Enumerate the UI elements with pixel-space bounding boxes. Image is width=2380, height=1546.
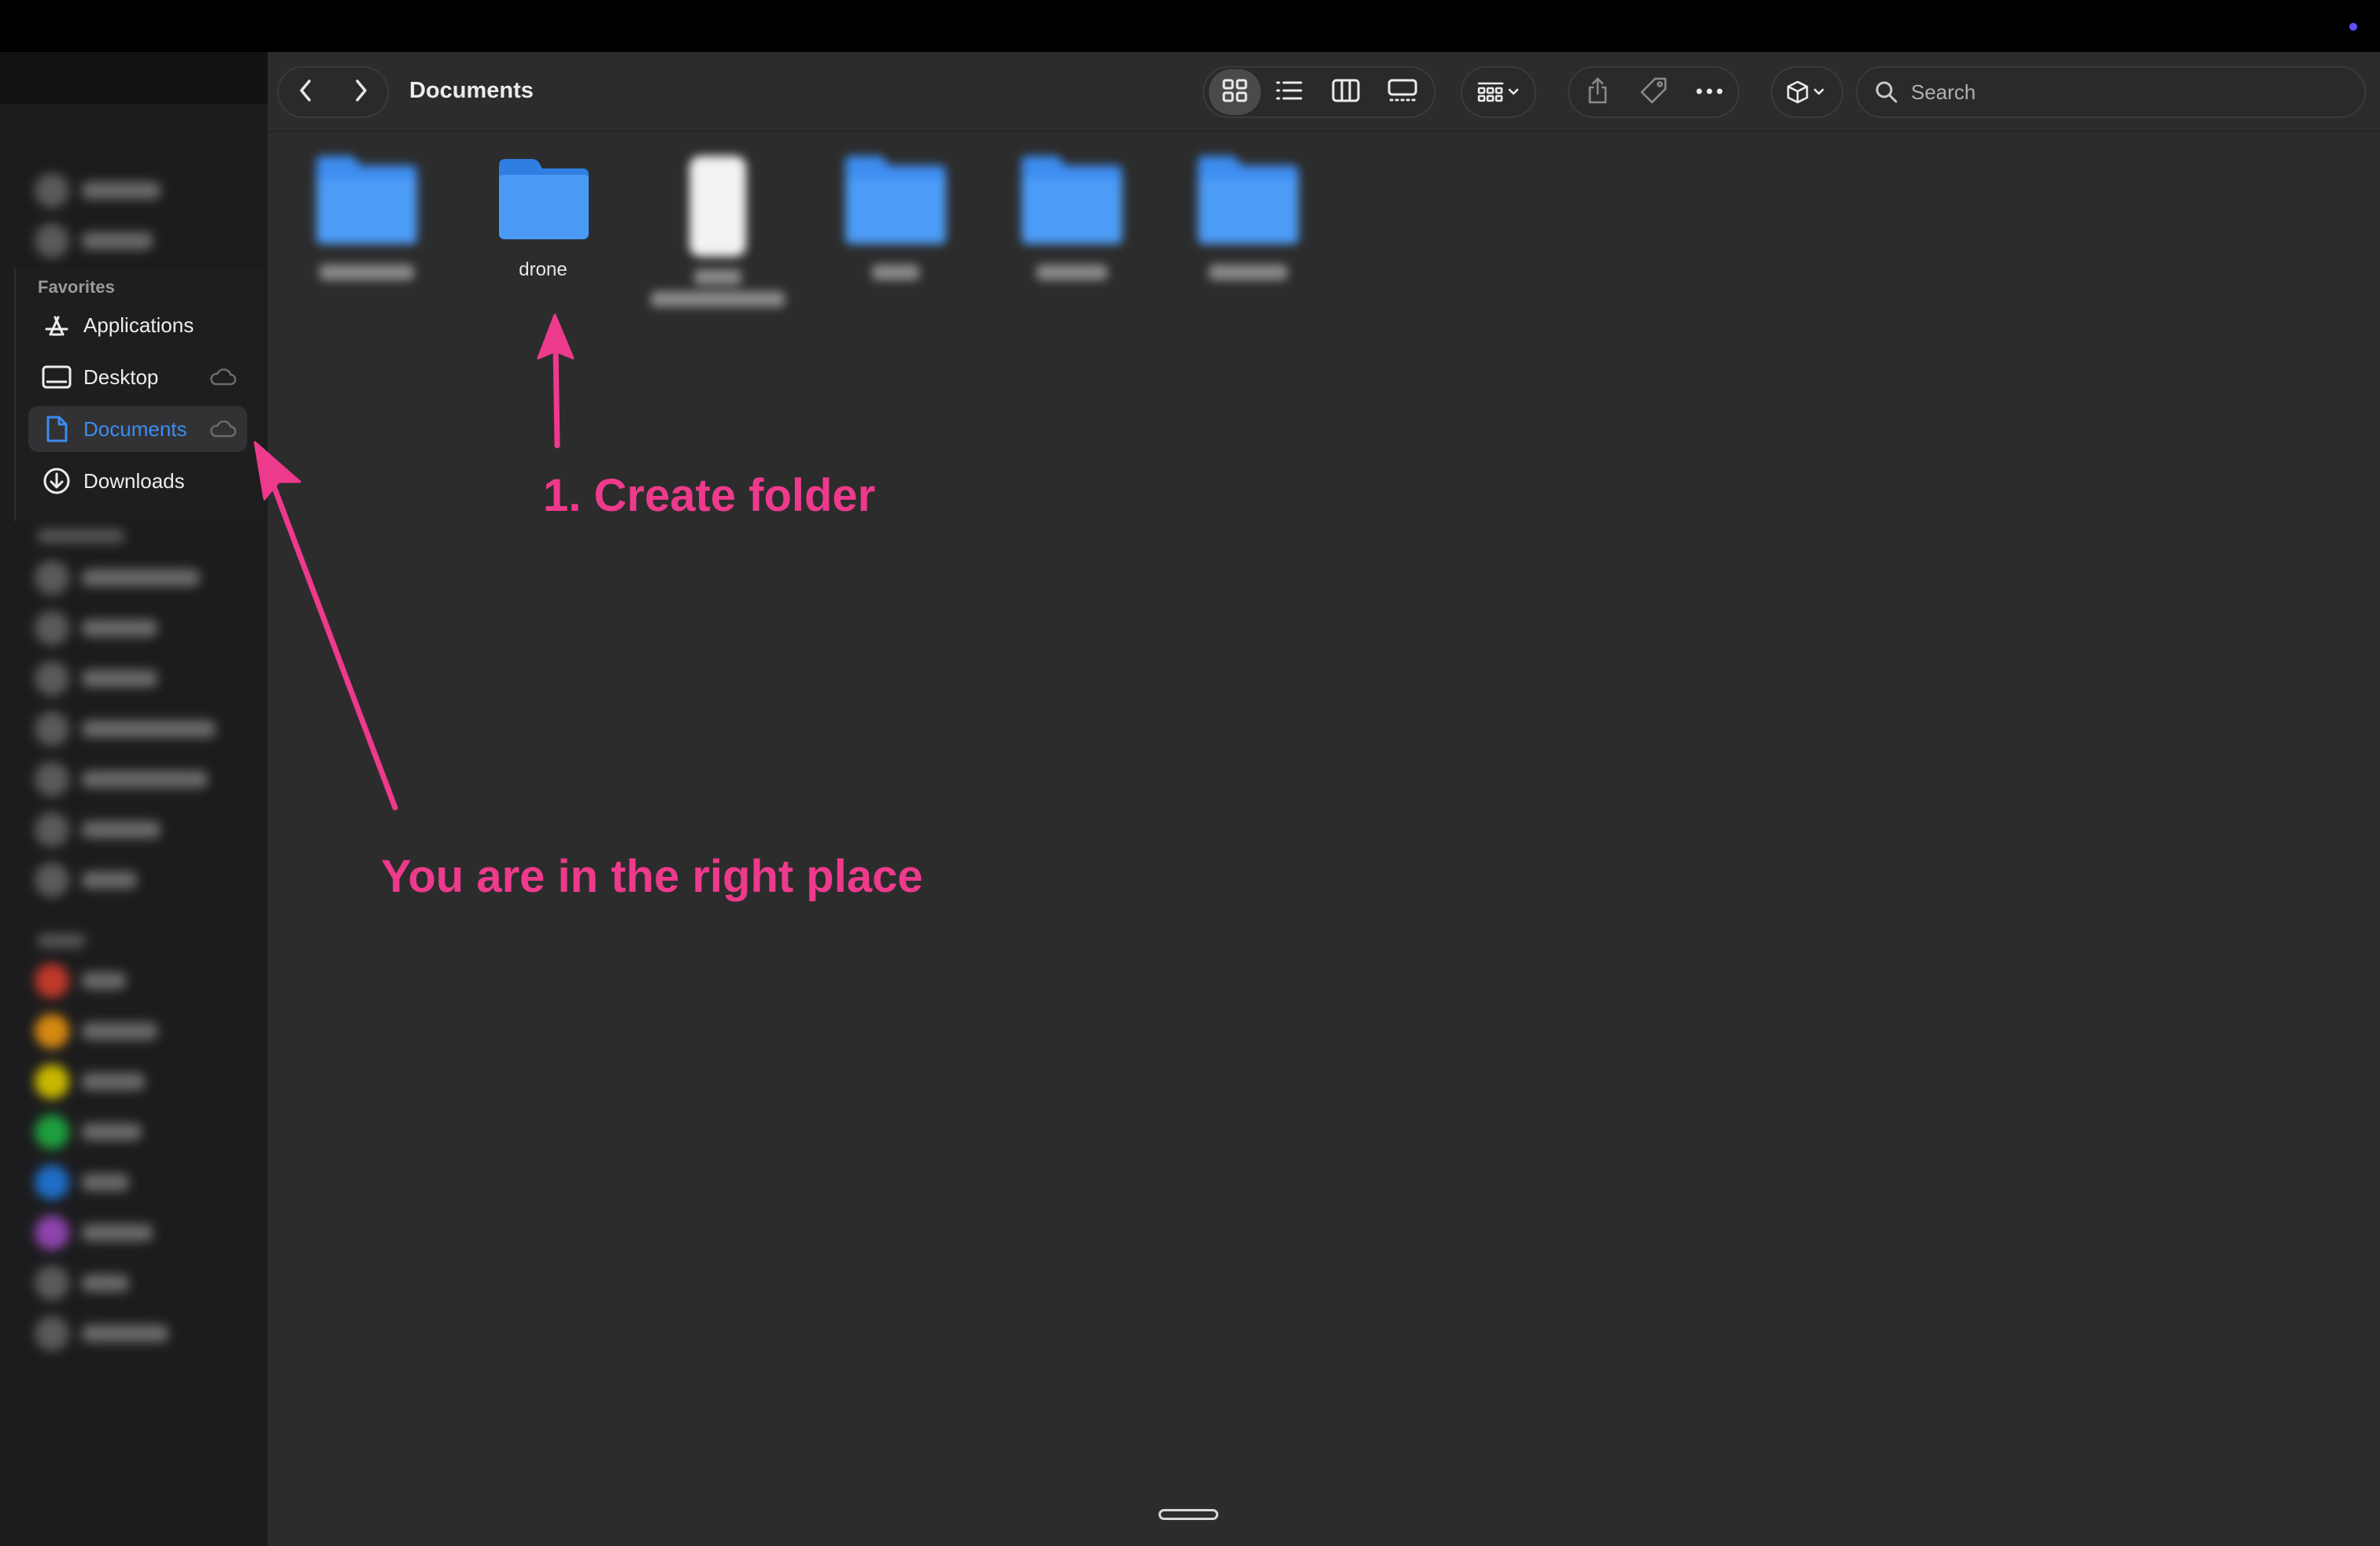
annotation-create-folder: 1. Create folder [543, 470, 876, 521]
arrow-to-folder [537, 313, 575, 449]
home-indicator [1159, 1509, 1218, 1520]
annotation-right-place: You are in the right place [381, 851, 923, 902]
annotation-arrows [253, 313, 575, 811]
arrow-to-sidebar [253, 441, 398, 811]
